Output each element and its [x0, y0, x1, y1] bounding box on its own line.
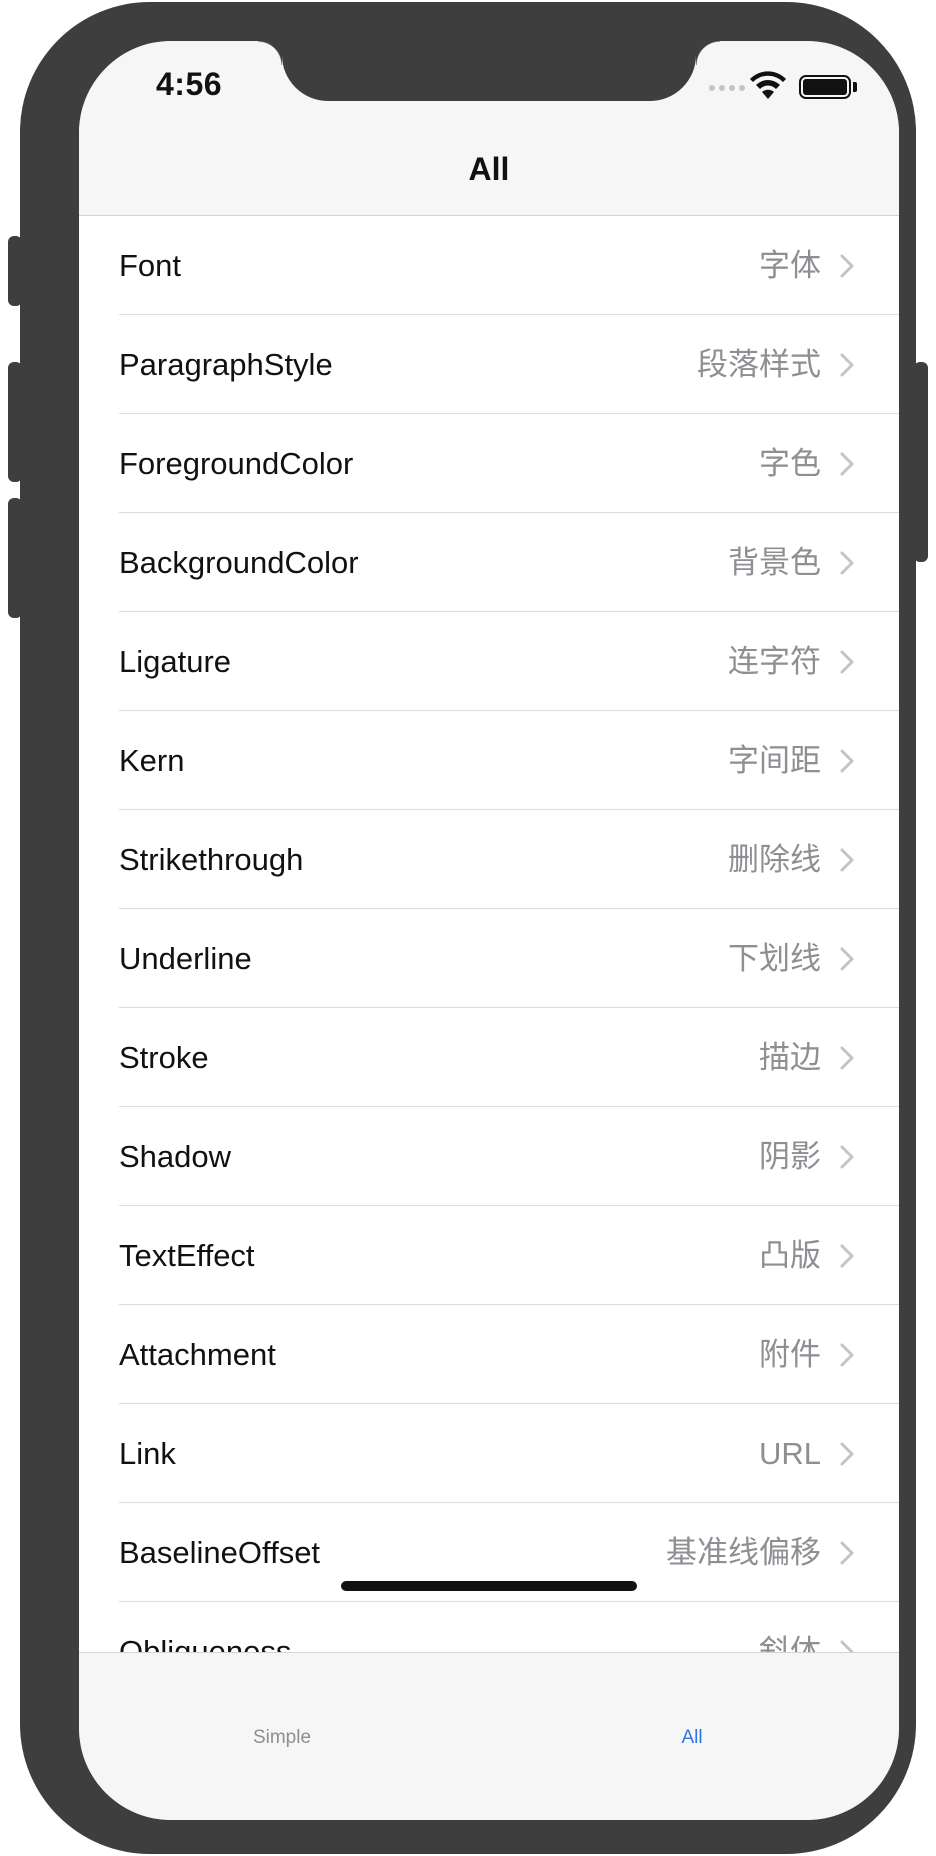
- battery-tip: [853, 82, 857, 92]
- chevron-right-icon: [840, 1145, 854, 1169]
- chevron-right-icon: [840, 254, 854, 278]
- page-title: All: [468, 151, 510, 187]
- row-title: Link: [119, 1436, 176, 1471]
- list-item[interactable]: BackgroundColor 背景色: [79, 513, 899, 612]
- row-detail: URL: [758, 1436, 821, 1471]
- row-detail: 字体: [759, 248, 821, 283]
- chevron-right-icon: [840, 947, 854, 971]
- tab-all[interactable]: All: [612, 1727, 772, 1749]
- row-detail: 基准线偏移: [666, 1535, 821, 1570]
- row-detail: 删除线: [728, 842, 821, 877]
- chevron-right-icon: [840, 1442, 854, 1466]
- status-indicators: [709, 71, 869, 105]
- row-detail: 字间距: [728, 743, 821, 778]
- row-detail: 描边: [759, 1040, 821, 1075]
- row-detail: 连字符: [728, 644, 821, 679]
- row-detail: 附件: [759, 1337, 821, 1372]
- wifi-icon: [750, 71, 786, 99]
- list-item[interactable]: Font 字体: [79, 216, 899, 315]
- row-title: Stroke: [119, 1040, 209, 1075]
- row-title: Ligature: [119, 644, 232, 679]
- tab-simple[interactable]: Simple: [202, 1727, 362, 1749]
- chevron-right-icon: [840, 749, 854, 773]
- attribute-list: Font 字体 ParagraphStyle 段落样式 ForegroundCo…: [79, 216, 899, 1701]
- row-title: Strikethrough: [119, 842, 304, 877]
- list-item[interactable]: Ligature 连字符: [79, 612, 899, 711]
- chevron-right-icon: [840, 1046, 854, 1070]
- row-detail: 凸版: [759, 1238, 821, 1273]
- list-item[interactable]: ParagraphStyle 段落样式: [79, 315, 899, 414]
- chevron-right-icon: [840, 1343, 854, 1367]
- list-item[interactable]: Link URL: [79, 1404, 899, 1503]
- row-title: Kern: [119, 743, 185, 778]
- row-title: Shadow: [119, 1139, 232, 1174]
- row-title: Underline: [119, 941, 252, 976]
- side-button: [914, 362, 928, 562]
- list-item[interactable]: Attachment 附件: [79, 1305, 899, 1404]
- chevron-right-icon: [840, 650, 854, 674]
- row-title: TextEffect: [119, 1238, 255, 1273]
- status-time: 4:56: [156, 66, 223, 102]
- row-title: BackgroundColor: [119, 545, 359, 580]
- row-detail: 下划线: [728, 941, 821, 976]
- row-title: Font: [119, 248, 182, 283]
- row-title: Attachment: [119, 1337, 276, 1372]
- notch: [258, 41, 720, 101]
- row-title: ForegroundColor: [119, 446, 354, 481]
- screen: 4:56 All Font 字体 ParagraphStyle 段落样式 For…: [79, 41, 899, 1820]
- chevron-right-icon: [840, 551, 854, 575]
- list-item[interactable]: Stroke 描边: [79, 1008, 899, 1107]
- home-indicator[interactable]: [341, 1581, 637, 1591]
- chevron-right-icon: [840, 353, 854, 377]
- list-item[interactable]: Shadow 阴影: [79, 1107, 899, 1206]
- row-detail: 段落样式: [697, 347, 821, 382]
- chevron-right-icon: [840, 1541, 854, 1565]
- row-title: ParagraphStyle: [119, 347, 333, 382]
- tab-bar: Simple All: [79, 1652, 899, 1820]
- list-item[interactable]: Kern 字间距: [79, 711, 899, 810]
- cellular-signal-icon: [709, 85, 745, 91]
- battery-icon: [799, 75, 851, 99]
- row-detail: 阴影: [759, 1139, 821, 1174]
- chevron-right-icon: [840, 1244, 854, 1268]
- list-item[interactable]: TextEffect 凸版: [79, 1206, 899, 1305]
- list-item[interactable]: Underline 下划线: [79, 909, 899, 1008]
- list-item[interactable]: ForegroundColor 字色: [79, 414, 899, 513]
- row-detail: 字色: [759, 446, 821, 481]
- chevron-right-icon: [840, 848, 854, 872]
- device-frame: 4:56 All Font 字体 ParagraphStyle 段落样式 For…: [20, 2, 916, 1854]
- chevron-right-icon: [840, 452, 854, 476]
- row-title: BaselineOffset: [119, 1535, 321, 1570]
- row-detail: 背景色: [728, 545, 821, 580]
- list-item[interactable]: Strikethrough 删除线: [79, 810, 899, 909]
